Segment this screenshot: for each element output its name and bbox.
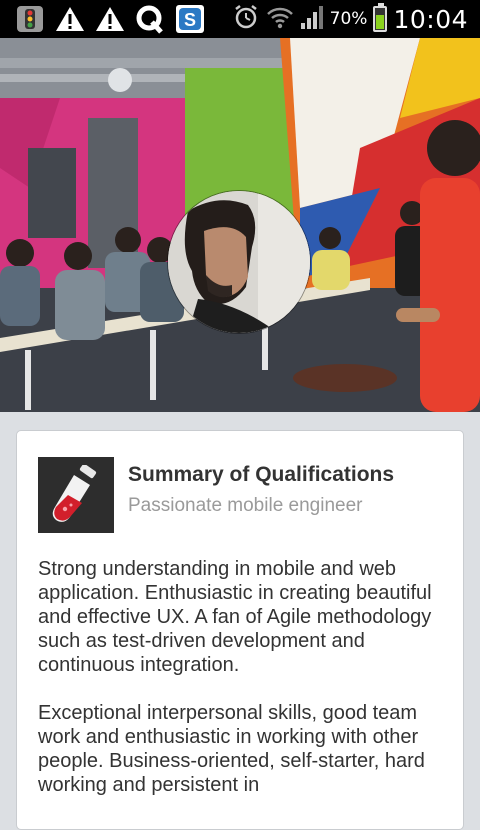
profile-photo-image [168, 191, 310, 333]
traffic-light-icon [14, 4, 46, 34]
notification-icons: S [14, 4, 206, 34]
battery-icon [373, 3, 388, 32]
battery-level [376, 15, 385, 29]
card-subtitle: Passionate mobile engineer [128, 495, 363, 516]
card-body: Strong understanding in mobile and web a… [38, 557, 448, 821]
test-tube-icon [38, 457, 114, 533]
wifi-icon [266, 3, 294, 35]
svg-text:S: S [184, 10, 196, 30]
q-icon [134, 4, 166, 34]
system-indicators: 70% 10:04 [232, 3, 468, 35]
status-bar: S 70% 10:04 [0, 0, 480, 38]
cover-photo [0, 38, 480, 412]
profile-photo[interactable] [168, 191, 310, 333]
battery-percent: 70% [329, 9, 368, 29]
summary-card: Summary of Qualifications Passionate mob… [16, 430, 464, 830]
alarm-icon [232, 3, 260, 35]
card-title: Summary of Qualifications [128, 463, 395, 486]
body-paragraph: Strong understanding in mobile and web a… [38, 558, 432, 676]
skype-icon: S [174, 4, 206, 34]
body-paragraph: Exceptional interpersonal skills, good t… [38, 702, 425, 796]
clock: 10:04 [393, 4, 468, 34]
warning-icon [94, 4, 126, 34]
signal-icon [300, 4, 324, 34]
warning-icon [54, 4, 86, 34]
